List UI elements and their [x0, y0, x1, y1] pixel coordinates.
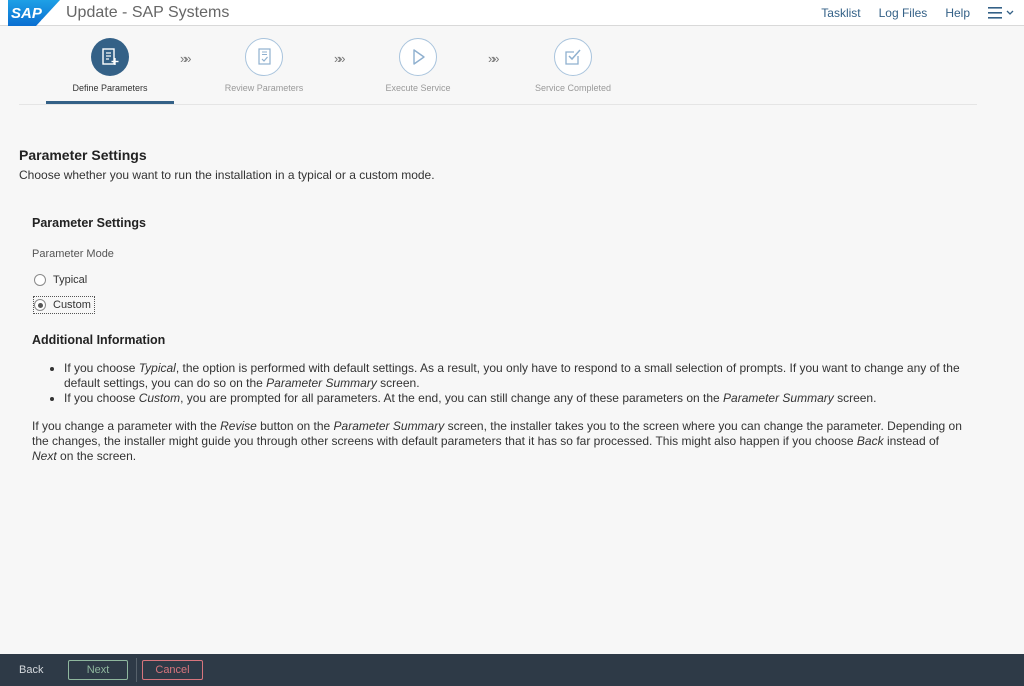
sap-logo: SAP ® [0, 0, 60, 26]
page-description: Choose whether you want to run the insta… [19, 168, 435, 182]
app-title: Update - SAP Systems [66, 3, 230, 21]
list-item: If you choose Typical, the option is per… [64, 361, 972, 391]
next-button[interactable]: Next [68, 660, 128, 680]
wizard-step-execute-service[interactable]: Execute Service [354, 38, 482, 93]
active-step-indicator [46, 101, 174, 104]
step-separator-icon: »» [488, 51, 500, 66]
help-link[interactable]: Help [945, 6, 970, 20]
wizard-step-label: Service Completed [534, 83, 612, 93]
shell-header: SAP ® Update - SAP Systems Tasklist Log … [0, 0, 1024, 26]
hamburger-menu-icon[interactable] [988, 6, 1016, 20]
radio-typical-label: Typical [53, 274, 88, 286]
wizard-step-label: Review Parameters [224, 83, 304, 93]
step-separator-icon: »» [334, 51, 346, 66]
radio-typical[interactable]: Typical [34, 271, 90, 289]
tasklist-link[interactable]: Tasklist [821, 6, 860, 20]
parameter-mode-label: Parameter Mode [32, 248, 114, 260]
info-bullet-list: If you choose Typical, the option is per… [52, 361, 972, 406]
radio-custom[interactable]: Custom [33, 296, 95, 314]
wizard-step-review-parameters[interactable]: Review Parameters [200, 38, 328, 93]
list-item: If you choose Custom, you are prompted f… [64, 391, 972, 406]
radio-custom-label: Custom [53, 299, 91, 311]
header-actions: Tasklist Log Files Help [821, 0, 1024, 25]
step-separator-icon: »» [180, 51, 192, 66]
footer-toolbar: Back Next Cancel [0, 654, 1024, 686]
additional-info-title: Additional Information [32, 333, 166, 347]
document-check-icon [245, 38, 283, 76]
svg-text:®: ® [41, 19, 46, 26]
cancel-button[interactable]: Cancel [142, 660, 203, 680]
wizard-step-label: Define Parameters [72, 83, 148, 93]
logo-text: SAP [11, 5, 43, 22]
wizard-step-service-completed[interactable]: Service Completed [509, 38, 637, 93]
document-edit-icon [91, 38, 129, 76]
wizard-step-label: Execute Service [385, 83, 451, 93]
radio-custom-button[interactable] [34, 299, 46, 311]
wizard-roadmap: Define Parameters »» Review Parameters »… [19, 26, 977, 105]
log-files-link[interactable]: Log Files [879, 6, 928, 20]
play-icon [399, 38, 437, 76]
wizard-step-define-parameters[interactable]: Define Parameters [46, 38, 174, 93]
section-title: Parameter Settings [32, 216, 146, 230]
checkbox-tick-icon [554, 38, 592, 76]
info-paragraph: If you change a parameter with the Revis… [32, 419, 962, 463]
radio-typical-button[interactable] [34, 274, 46, 286]
page-title: Parameter Settings [19, 147, 147, 163]
footer-divider [136, 658, 137, 682]
back-button[interactable]: Back [19, 664, 43, 676]
